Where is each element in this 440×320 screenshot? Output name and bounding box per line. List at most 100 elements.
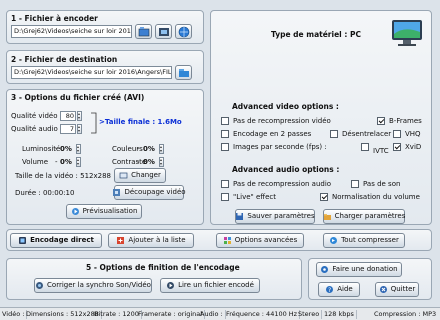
taille-finale-label: >Taille finale : 1.6Mo: [99, 118, 182, 126]
qualite-audio-spinner[interactable]: [77, 124, 82, 134]
browse-source-button[interactable]: [135, 24, 152, 39]
taille-video-label: Taille de la vidéo : 512x288: [15, 172, 112, 180]
pas-de-son-checkbox[interactable]: [351, 180, 359, 188]
scissors-film-icon: [112, 188, 121, 197]
sauver-parametres-button[interactable]: Sauver paramètres: [235, 209, 315, 224]
qualite-video-input[interactable]: 80: [60, 111, 76, 121]
couleurs-value: 0%: [143, 145, 155, 153]
tout-compresser-button[interactable]: Tout compresser: [323, 233, 405, 248]
options-avancees-button[interactable]: Options avancées: [216, 233, 304, 248]
decoupage-label: Découpage vidéo: [124, 188, 186, 196]
previsualisation-label: Prévisualisation: [82, 207, 138, 215]
options-icon: [223, 236, 232, 245]
contraste-spinner[interactable]: [159, 157, 164, 167]
changer-button[interactable]: Changer: [114, 168, 166, 183]
contraste-label: Contraste: [112, 158, 147, 166]
film-icon: [159, 28, 169, 36]
pas-recompression-audio-checkbox[interactable]: [221, 180, 229, 188]
qualite-video-label: Qualité vidéo :: [11, 112, 63, 120]
previsualisation-button[interactable]: Prévisualisation: [66, 204, 142, 219]
load-icon: [323, 212, 332, 221]
volume-spinner[interactable]: [76, 157, 81, 167]
volume-sep: -: [55, 158, 58, 166]
section2-title: 2 - Fichier de destination: [11, 55, 118, 64]
xvid-checkbox[interactable]: [393, 143, 401, 151]
svg-text:?: ?: [328, 287, 331, 294]
desentrelacer-label: Désentrelacer: [342, 130, 392, 138]
couleurs-sep: -: [137, 145, 140, 153]
source-path-field[interactable]: D:\Grej62\Videos\seiche sur loir 2016\An…: [11, 25, 132, 38]
duree-label: Durée : 00:00:10: [15, 189, 75, 197]
status-bar: Vidéo : Dimensions : 512x288 Bitrate : 1…: [0, 307, 440, 320]
donation-label: Faire une donation: [332, 265, 398, 273]
couleurs-spinner[interactable]: [159, 144, 164, 154]
status-kbps: 128 kbps: [322, 310, 357, 319]
preview-icon: [71, 207, 80, 216]
volume-label: Volume: [22, 158, 49, 166]
aide-button[interactable]: ? Aide: [318, 282, 360, 297]
xvid-label: XviD: [405, 143, 422, 151]
help-icon: ?: [325, 285, 334, 294]
lire-label: Lire un fichier encodé: [178, 281, 254, 289]
status-dimensions: Dimensions : 512x288: [24, 310, 102, 319]
qualite-video-spinner[interactable]: [77, 111, 82, 121]
sync-icon: [35, 281, 44, 290]
advanced-audio-title: Advanced audio options :: [232, 165, 340, 174]
play-icon: [166, 281, 175, 290]
decoupage-video-button[interactable]: Découpage vidéo: [112, 185, 186, 200]
encodage-direct-button[interactable]: Encodage direct: [10, 233, 102, 248]
ajouter-liste-button[interactable]: Ajouter à la liste: [108, 233, 194, 248]
type-materiel-label: Type de matériel : PC: [271, 30, 361, 39]
status-audio: Audio :: [198, 310, 226, 319]
status-framerate: Framerate : original: [136, 310, 206, 319]
corriger-synchro-button[interactable]: Corriger la synchro Son/Vidéo: [34, 278, 152, 293]
vhq-checkbox[interactable]: [393, 130, 401, 138]
compress-icon: [329, 236, 338, 245]
luminosite-spinner[interactable]: [76, 144, 81, 154]
contraste-sep: -: [137, 158, 140, 166]
video-folder-icon: [138, 27, 150, 37]
qualite-audio-input[interactable]: 7: [60, 124, 76, 134]
desentrelacer-checkbox[interactable]: [330, 130, 338, 138]
encode-icon: [18, 236, 27, 245]
browse-destination-button[interactable]: [175, 65, 192, 80]
folder-icon: [179, 69, 189, 77]
section3-title: 3 - Options du fichier créé (AVI): [11, 93, 145, 102]
normalisation-volume-checkbox[interactable]: [320, 193, 328, 201]
b-frames-checkbox[interactable]: [377, 117, 385, 125]
qualite-audio-label: Qualité audio :: [11, 125, 63, 133]
faire-donation-button[interactable]: Faire une donation: [316, 262, 402, 277]
quitter-label: Quitter: [390, 285, 416, 293]
section1-title: 1 - Fichier à encoder: [11, 14, 98, 23]
images-par-seconde-label: Images par seconde (fps) :: [233, 143, 327, 151]
pas-recompression-video-checkbox[interactable]: [221, 117, 229, 125]
corriger-label: Corriger la synchro Son/Vidéo: [47, 281, 151, 289]
contraste-value: 0%: [143, 158, 155, 166]
vhq-label: VHQ: [405, 130, 421, 138]
pas-de-son-label: Pas de son: [363, 180, 401, 188]
b-frames-label: B-Frames: [389, 117, 422, 125]
encodage-2-passes-checkbox[interactable]: [221, 130, 229, 138]
quitter-button[interactable]: Quitter: [375, 282, 419, 297]
charger-parametres-button[interactable]: Charger paramètres: [323, 209, 405, 224]
normalisation-volume-label: Normalisation du volume: [332, 193, 420, 201]
lire-fichier-button[interactable]: Lire un fichier encodé: [160, 278, 260, 293]
open-source-button[interactable]: [155, 24, 172, 39]
destination-path-field[interactable]: D:\Grej62\Videos\seiche sur loir 2016\An…: [11, 66, 172, 79]
live-effect-checkbox[interactable]: [221, 193, 229, 201]
resize-icon: [119, 171, 128, 180]
images-par-seconde-checkbox[interactable]: [221, 143, 229, 151]
ajouter-label: Ajouter à la liste: [128, 236, 186, 244]
section5-title: 5 - Options de finition de l'encodage: [86, 263, 240, 272]
status-stereo: Stereo: [296, 310, 323, 319]
tout-compresser-label: Tout compresser: [341, 236, 399, 244]
donation-icon: [320, 265, 329, 274]
encodage-2-passes-label: Encodage en 2 passes: [233, 130, 312, 138]
sauver-label: Sauver paramètres: [247, 212, 315, 220]
volume-value: 0%: [60, 158, 72, 166]
pas-recompression-video-label: Pas de recompression vidéo: [233, 117, 331, 125]
live-effect-label: "Live" effect: [233, 193, 276, 201]
ivtc-checkbox[interactable]: [361, 143, 369, 151]
info-source-button[interactable]: [175, 24, 192, 39]
options-avancees-label: Options avancées: [234, 236, 298, 244]
